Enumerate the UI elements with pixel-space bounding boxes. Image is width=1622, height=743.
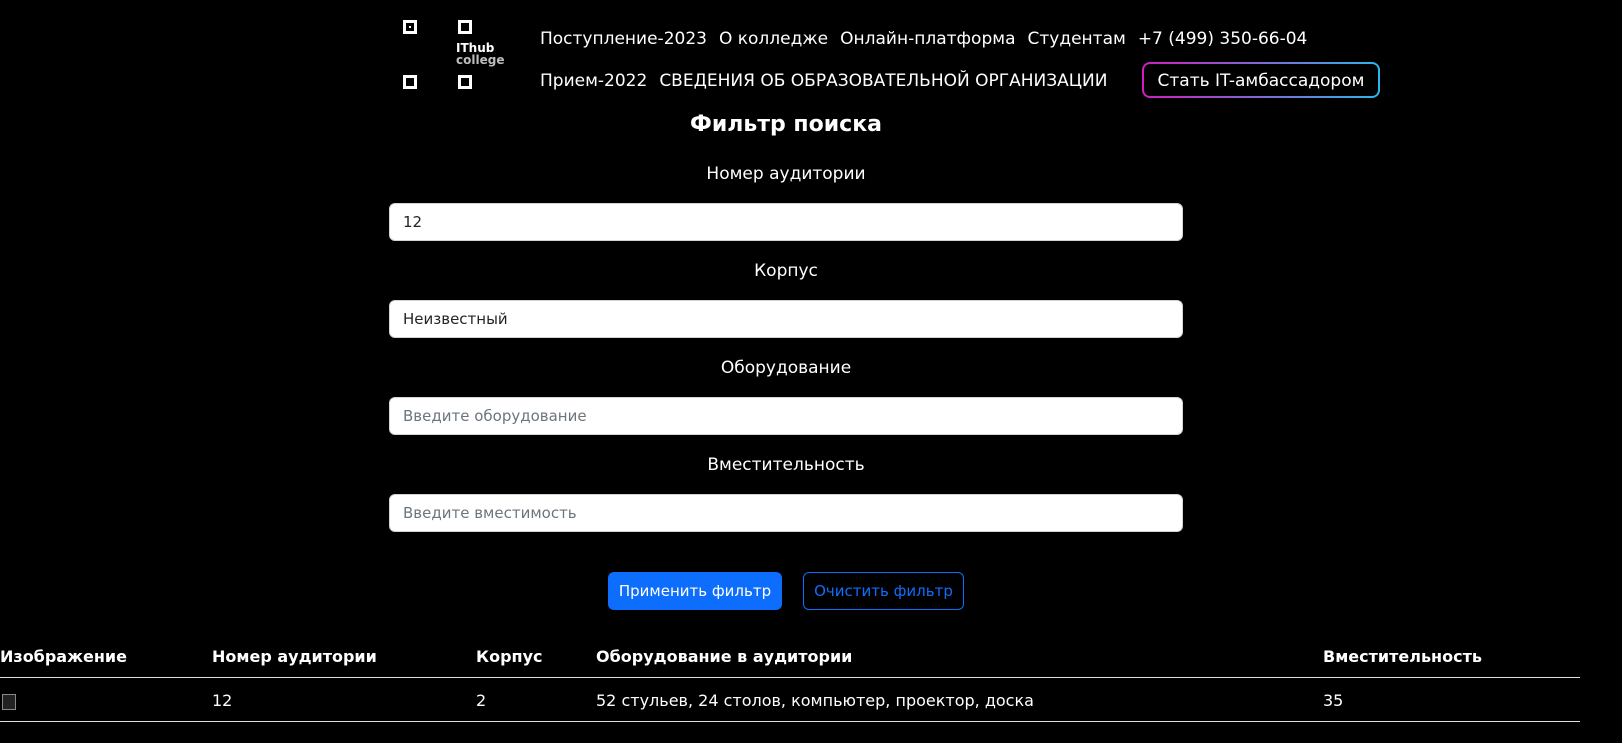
column-header-equipment: Оборудование в аудитории bbox=[596, 647, 853, 666]
capacity-input[interactable] bbox=[389, 494, 1183, 532]
column-header-room-number: Номер аудитории bbox=[212, 647, 377, 666]
nav-link-about[interactable]: О колледже bbox=[719, 29, 828, 49]
logo-square-icon bbox=[403, 75, 417, 89]
equipment-input[interactable] bbox=[389, 397, 1183, 435]
capacity-label: Вместительность bbox=[707, 455, 865, 475]
column-header-capacity: Вместительность bbox=[1323, 647, 1482, 666]
column-header-building: Корпус bbox=[476, 647, 543, 666]
clear-filter-button[interactable]: Очистить фильтр bbox=[803, 572, 964, 610]
logo-square-icon bbox=[458, 20, 472, 34]
broken-image-icon bbox=[2, 694, 16, 710]
room-number-label: Номер аудитории bbox=[706, 164, 866, 184]
nav-link-admission-2023[interactable]: Поступление-2023 bbox=[540, 29, 707, 49]
nav-link-online-platform[interactable]: Онлайн-платформа bbox=[840, 29, 1015, 49]
room-number-input[interactable] bbox=[389, 203, 1183, 241]
logo-text: IThub college bbox=[456, 42, 504, 66]
equipment-label: Оборудование bbox=[720, 358, 852, 378]
nav-link-phone[interactable]: +7 (499) 350-66-04 bbox=[1138, 29, 1308, 49]
nav-link-org-info[interactable]: СВЕДЕНИЯ ОБ ОБРАЗОВАТЕЛЬНОЙ ОРГАНИЗАЦИИ bbox=[659, 71, 1107, 91]
cell-room-number: 12 bbox=[212, 691, 233, 710]
cell-equipment: 52 стульев, 24 столов, компьютер, проект… bbox=[596, 691, 1034, 710]
building-input[interactable] bbox=[389, 300, 1183, 338]
cell-capacity: 35 bbox=[1323, 691, 1344, 710]
nav-row-secondary: Прием-2022 СВЕДЕНИЯ ОБ ОБРАЗОВАТЕЛЬНОЙ ОР… bbox=[540, 71, 1119, 91]
ithub-logo[interactable]: IThub college bbox=[403, 20, 515, 96]
nav-row-primary: Поступление-2023 О колледже Онлайн-платфор… bbox=[540, 29, 1319, 49]
nav-link-students[interactable]: Студентам bbox=[1028, 29, 1126, 49]
become-ambassador-button[interactable]: Стать IT-амбассадором bbox=[1142, 62, 1380, 98]
cell-building: 2 bbox=[476, 691, 487, 710]
filter-title: Фильтр поиска bbox=[690, 112, 882, 137]
table-header-divider bbox=[0, 677, 1580, 678]
column-header-image: Изображение bbox=[0, 647, 127, 666]
logo-square-icon bbox=[458, 75, 472, 89]
apply-filter-button[interactable]: Применить фильтр bbox=[608, 572, 782, 610]
logo-square-icon bbox=[403, 20, 417, 34]
nav-link-admission-2022[interactable]: Прием-2022 bbox=[540, 71, 647, 91]
table-row-divider bbox=[0, 721, 1580, 722]
logo-line-2: college bbox=[456, 53, 505, 67]
building-label: Корпус bbox=[754, 261, 818, 281]
